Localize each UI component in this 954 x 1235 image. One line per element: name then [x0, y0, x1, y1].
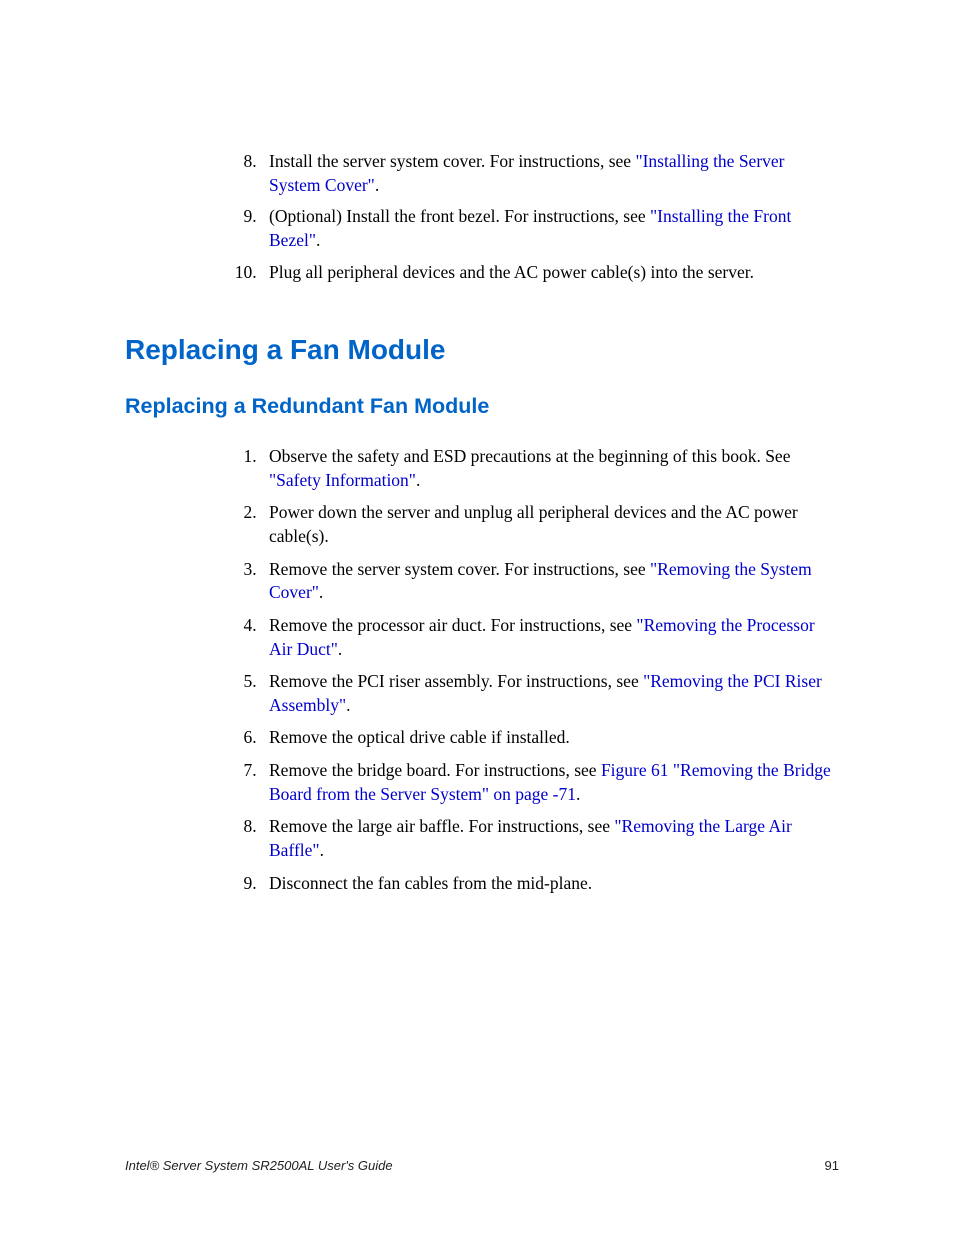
- list-item-text-post: .: [576, 784, 580, 804]
- list-item-text: Remove the bridge board. For instruction…: [269, 760, 601, 780]
- list-item: Install the server system cover. For ins…: [261, 150, 839, 197]
- list-item: Remove the processor air duct. For instr…: [261, 614, 839, 661]
- list-item-text: Disconnect the fan cables from the mid-p…: [269, 873, 592, 893]
- list-item-text: Observe the safety and ESD precautions a…: [269, 446, 790, 466]
- list-item: Remove the large air baffle. For instruc…: [261, 815, 839, 862]
- continuation-steps-list: Install the server system cover. For ins…: [261, 150, 839, 284]
- list-item: (Optional) Install the front bezel. For …: [261, 205, 839, 252]
- list-item: Power down the server and unplug all per…: [261, 501, 839, 548]
- list-item: Remove the server system cover. For inst…: [261, 558, 839, 605]
- list-item-text: (Optional) Install the front bezel. For …: [269, 206, 650, 226]
- list-item-text-post: .: [319, 582, 323, 602]
- section-heading: Replacing a Fan Module: [125, 334, 839, 366]
- list-item: Remove the bridge board. For instruction…: [261, 759, 839, 806]
- list-item-text: Remove the PCI riser assembly. For instr…: [269, 671, 643, 691]
- cross-reference-link[interactable]: "Safety Information": [269, 470, 416, 490]
- list-item: Remove the optical drive cable if instal…: [261, 726, 839, 750]
- list-item: Disconnect the fan cables from the mid-p…: [261, 872, 839, 896]
- list-item-text-post: .: [416, 470, 420, 490]
- list-item-text: Plug all peripheral devices and the AC p…: [269, 262, 754, 282]
- list-item-text-post: .: [346, 695, 350, 715]
- subsection-heading: Replacing a Redundant Fan Module: [125, 394, 839, 419]
- list-item-text: Install the server system cover. For ins…: [269, 151, 635, 171]
- list-item: Plug all peripheral devices and the AC p…: [261, 261, 839, 285]
- list-item-text: Remove the server system cover. For inst…: [269, 559, 650, 579]
- list-item-text: Power down the server and unplug all per…: [269, 502, 798, 546]
- list-item-text-post: .: [375, 175, 379, 195]
- list-item-text: Remove the processor air duct. For instr…: [269, 615, 636, 635]
- page-content: Install the server system cover. For ins…: [0, 0, 954, 895]
- list-item: Remove the PCI riser assembly. For instr…: [261, 670, 839, 717]
- page-footer: Intel® Server System SR2500AL User's Gui…: [125, 1158, 839, 1173]
- list-item-text-post: .: [338, 639, 342, 659]
- list-item-text-post: .: [320, 840, 324, 860]
- footer-document-title: Intel® Server System SR2500AL User's Gui…: [125, 1158, 393, 1173]
- list-item: Observe the safety and ESD precautions a…: [261, 445, 839, 492]
- procedure-steps-list: Observe the safety and ESD precautions a…: [261, 445, 839, 895]
- list-item-text: Remove the optical drive cable if instal…: [269, 727, 570, 747]
- list-item-text: Remove the large air baffle. For instruc…: [269, 816, 614, 836]
- list-item-text-post: .: [316, 230, 320, 250]
- footer-page-number: 91: [825, 1158, 839, 1173]
